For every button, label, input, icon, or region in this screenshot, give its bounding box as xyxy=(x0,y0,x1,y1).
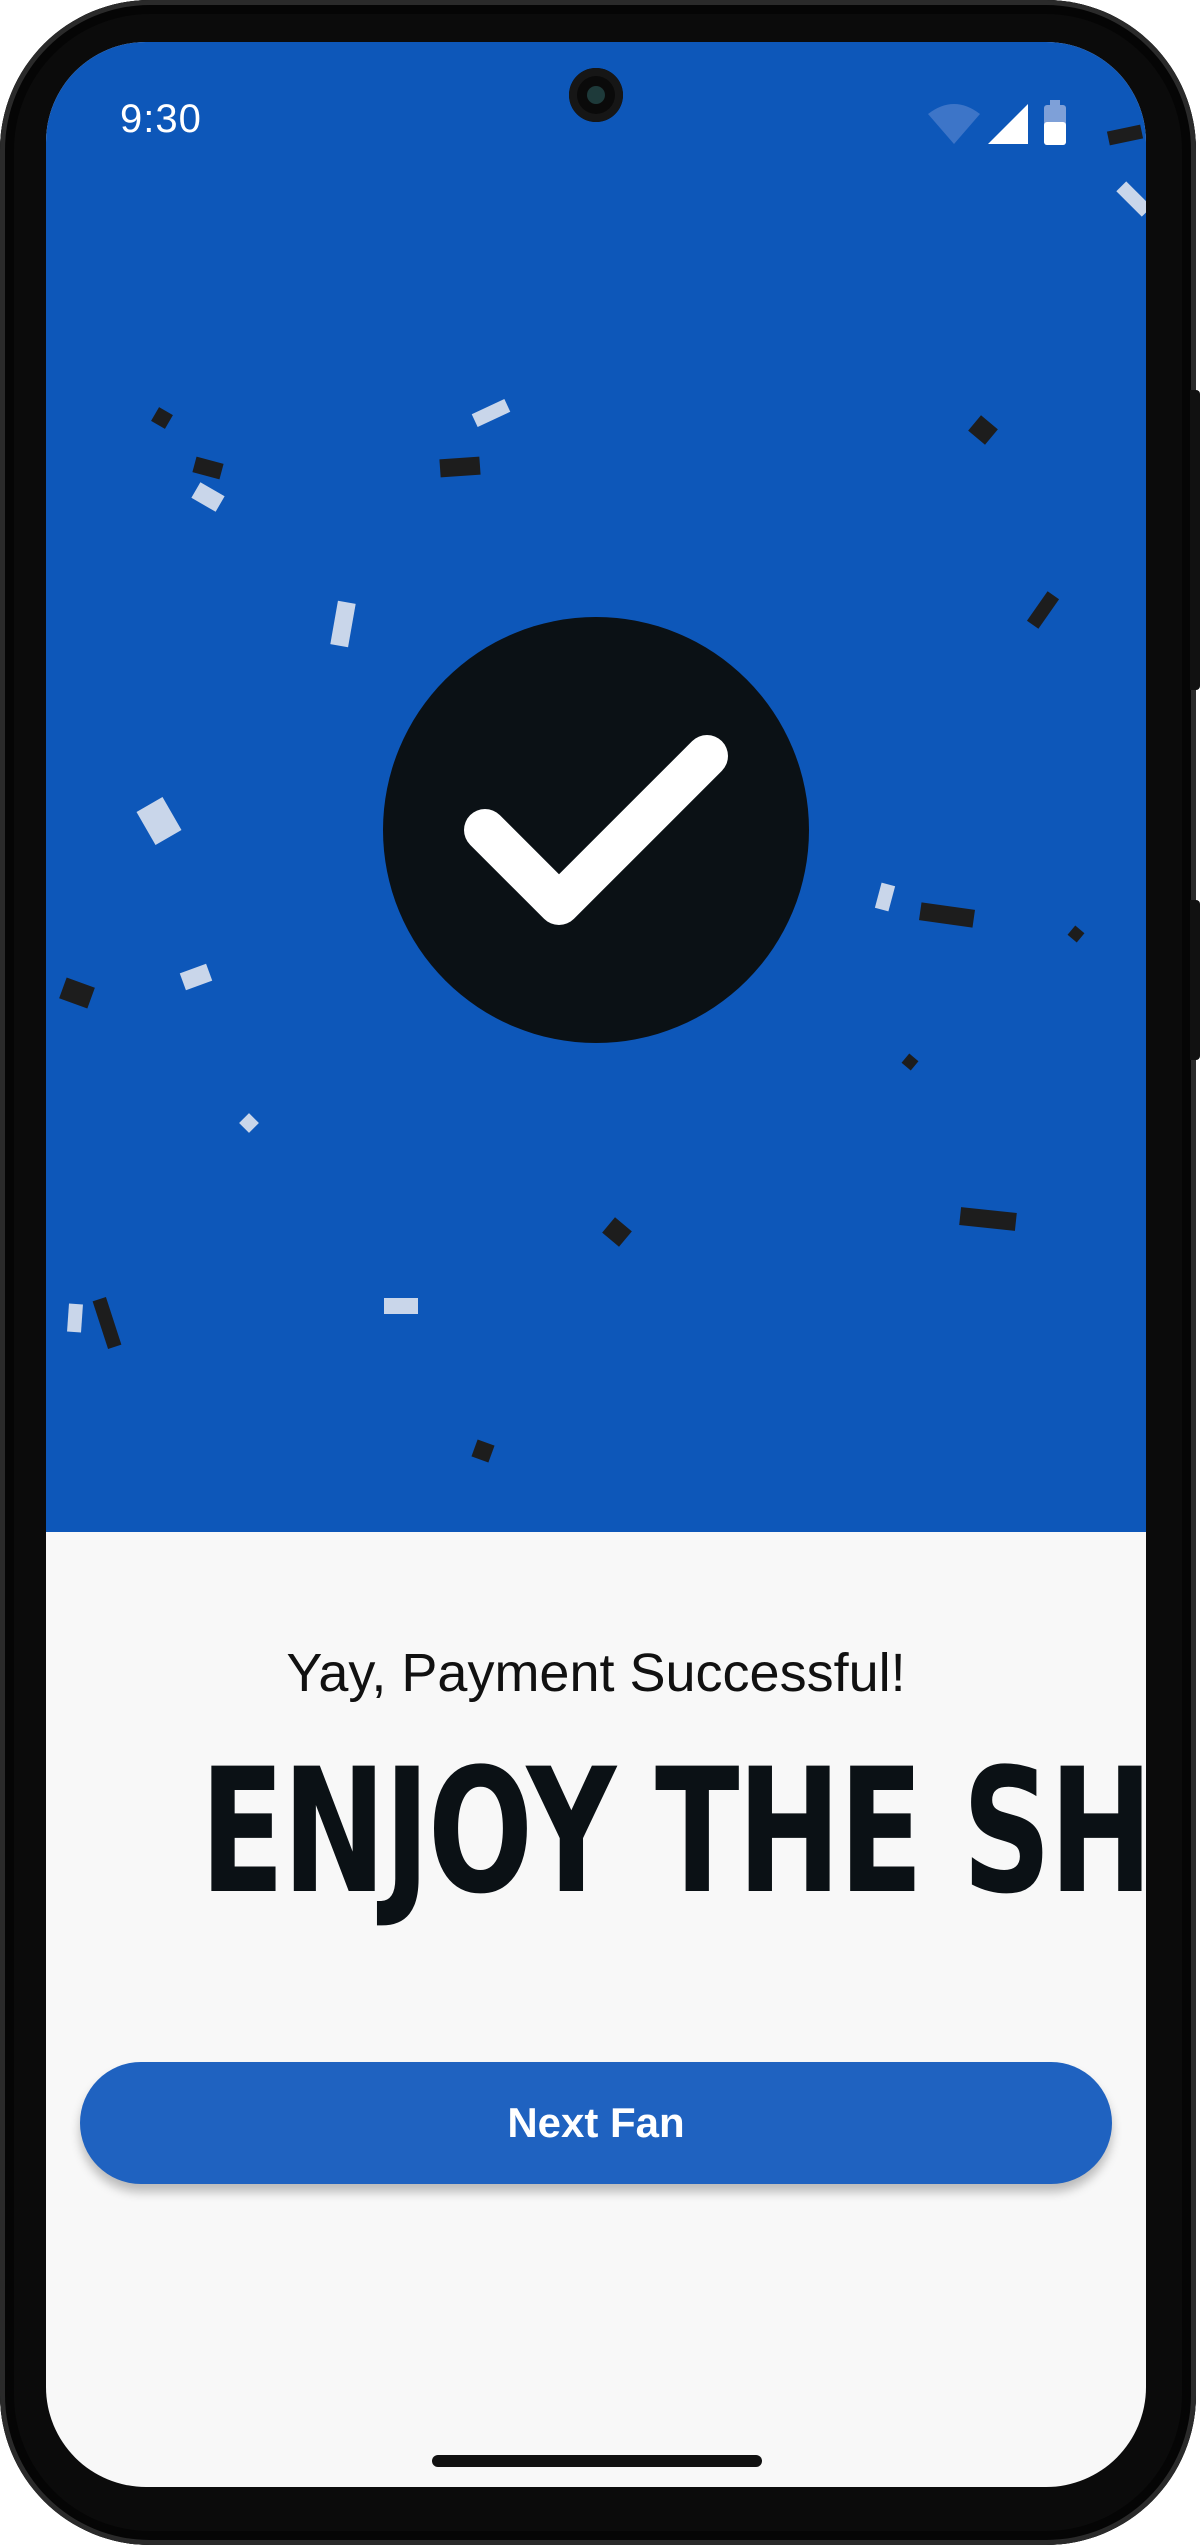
checkmark-icon xyxy=(464,735,728,925)
confetti-piece xyxy=(151,407,173,429)
confetti-piece xyxy=(471,1439,495,1463)
status-icons xyxy=(926,100,1076,148)
payment-success-message: Yay, Payment Successful! xyxy=(286,1643,906,1703)
next-fan-button[interactable]: Next Fan xyxy=(80,2062,1112,2184)
phone-frame: 9:30 Yay, Payment Successful! ENJOY THE … xyxy=(0,0,1200,2545)
confetti-piece xyxy=(439,456,481,478)
confetti-piece xyxy=(471,399,511,427)
status-time: 9:30 xyxy=(120,97,202,141)
wifi-icon xyxy=(928,104,980,144)
confetti-piece xyxy=(919,902,975,928)
power-button xyxy=(1190,900,1200,1060)
confetti-piece xyxy=(1026,591,1060,629)
confetti-piece xyxy=(1106,124,1144,146)
confetti-piece xyxy=(901,1053,919,1071)
confetti-piece xyxy=(384,1298,418,1314)
confetti-piece xyxy=(191,482,225,512)
confetti-piece xyxy=(239,1113,259,1133)
volume-button xyxy=(1190,390,1200,690)
confetti-piece xyxy=(136,797,182,845)
front-camera xyxy=(569,68,623,122)
confetti-piece xyxy=(92,1297,122,1349)
confetti-piece xyxy=(67,1303,83,1333)
confetti-piece xyxy=(968,415,998,445)
confetti-piece xyxy=(874,882,896,912)
confetti-piece xyxy=(1067,925,1085,943)
confetti-piece xyxy=(330,600,356,648)
battery-icon xyxy=(1044,100,1066,145)
success-hero: 9:30 xyxy=(46,42,1146,1532)
app-screen: 9:30 Yay, Payment Successful! ENJOY THE … xyxy=(46,42,1146,2487)
confetti-piece xyxy=(959,1207,1017,1231)
success-badge xyxy=(383,617,809,1043)
home-indicator[interactable] xyxy=(432,2455,762,2467)
confetti-piece xyxy=(59,977,95,1009)
signal-icon xyxy=(988,104,1028,144)
confetti-piece xyxy=(179,963,213,991)
page-title: ENJOY THE SHOW! xyxy=(199,1731,1146,1932)
confetti-piece xyxy=(192,456,224,480)
confetti-piece xyxy=(1116,181,1146,217)
confetti-piece xyxy=(602,1217,632,1247)
